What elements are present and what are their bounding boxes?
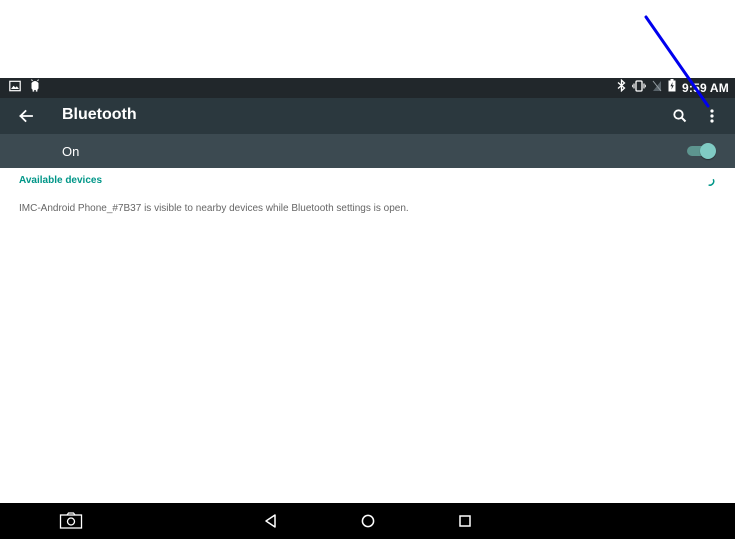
page-title: Bluetooth <box>62 106 137 123</box>
bluetooth-icon <box>617 78 626 97</box>
image-icon <box>9 79 21 97</box>
no-signal-icon <box>652 79 662 97</box>
home-button[interactable] <box>358 511 378 531</box>
back-icon <box>262 514 280 535</box>
search-button[interactable] <box>668 104 692 128</box>
screenshot-button[interactable] <box>59 511 83 531</box>
toggle-thumb <box>700 143 716 159</box>
search-icon <box>668 109 692 132</box>
navigate-up-button[interactable] <box>14 104 38 128</box>
scanning-progress-icon <box>703 174 717 188</box>
clock: 9:59 AM <box>682 81 729 95</box>
top-blank-area <box>0 0 735 78</box>
more-options-button[interactable] <box>700 104 724 128</box>
status-bar-notifications <box>9 79 41 97</box>
status-bar: 9:59 AM <box>0 78 735 98</box>
navigation-bar <box>0 503 735 539</box>
status-bar-system-icons: 9:59 AM <box>617 78 729 97</box>
recents-icon <box>456 515 474 535</box>
android-debug-icon <box>29 79 41 97</box>
switch-label: On <box>62 144 80 159</box>
home-icon <box>358 514 378 535</box>
battery-charging-icon <box>668 79 676 97</box>
arrow-left-icon <box>14 109 38 132</box>
available-devices-header: Available devices <box>19 175 103 186</box>
recents-button[interactable] <box>456 511 474 531</box>
bluetooth-toggle[interactable] <box>686 143 716 159</box>
bluetooth-switch-bar[interactable]: On <box>0 134 735 168</box>
system-back-button[interactable] <box>262 511 280 531</box>
more-vert-icon <box>700 109 724 132</box>
app-bar: Bluetooth <box>0 98 735 134</box>
screenshot-icon <box>59 512 83 535</box>
visibility-message: IMC-Android Phone_#7B37 is visible to ne… <box>19 203 409 214</box>
vibrate-icon <box>632 79 647 97</box>
